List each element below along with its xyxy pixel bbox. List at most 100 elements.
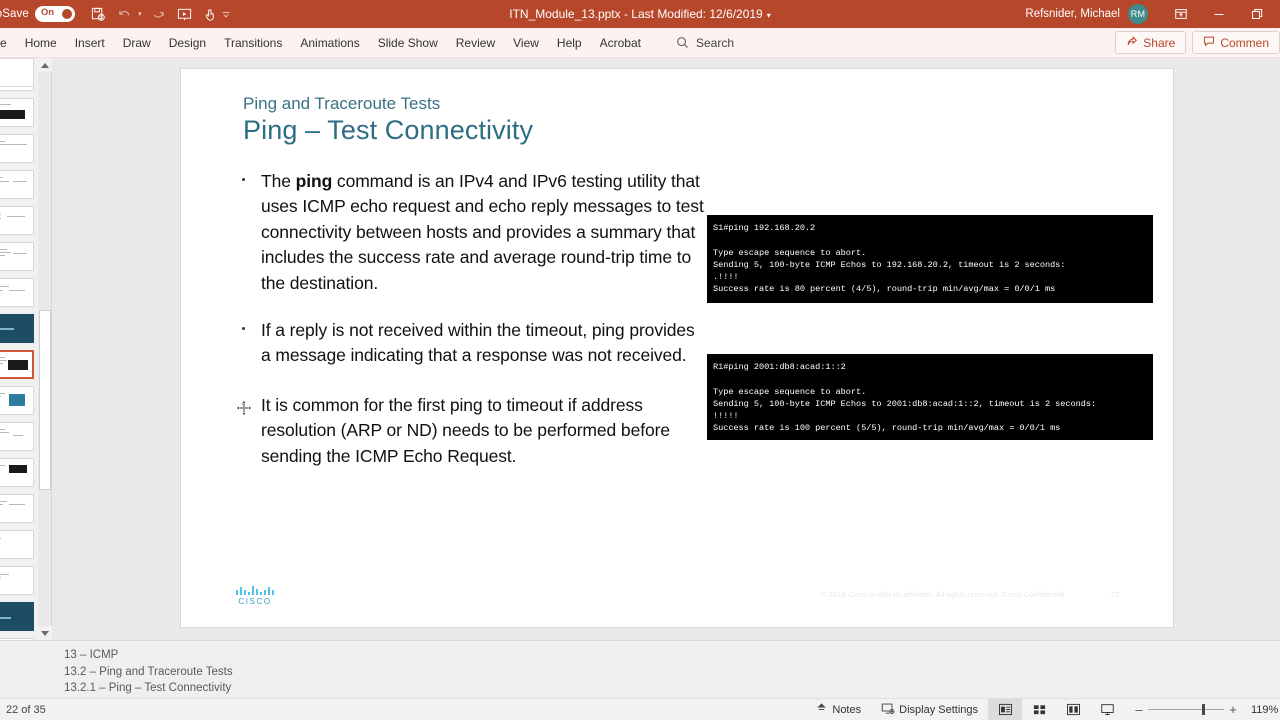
slide-section-heading: Ping and Traceroute Tests <box>243 94 441 113</box>
scrollbar-thumb[interactable] <box>39 310 51 490</box>
bullet-item: If a reply is not received within the ti… <box>229 318 709 369</box>
tab-animations[interactable]: Animations <box>291 32 368 54</box>
slide-title[interactable]: Ping – Test Connectivity <box>243 115 533 146</box>
ribbon-right-actions: Share Commen <box>1115 31 1280 54</box>
slide-thumbnail-selected[interactable] <box>0 350 34 379</box>
slide-thumbnail[interactable] <box>0 566 34 595</box>
tab-view[interactable]: View <box>504 32 548 54</box>
cisco-logo: CISCO <box>231 584 279 608</box>
bullet-text-3: It is common for the first ping to timeo… <box>261 394 670 466</box>
slide-thumbnail[interactable] <box>0 386 34 415</box>
slide-thumbnail[interactable] <box>0 134 34 163</box>
slide-counter[interactable]: 22 of 35 <box>0 704 46 716</box>
slide-thumbnail[interactable] <box>0 422 34 451</box>
slide-sorter-view-icon[interactable] <box>1022 699 1056 720</box>
powerpoint-window: utoSave On ▾ <box>0 0 1280 720</box>
tab-file-truncated[interactable]: e <box>0 32 16 54</box>
share-button[interactable]: Share <box>1115 31 1187 54</box>
bullet-dot-icon <box>242 327 245 331</box>
scroll-down-button[interactable] <box>38 626 52 640</box>
quick-access-toolbar: ▾ <box>87 3 231 25</box>
bullet-item: It is common for the first ping to timeo… <box>229 393 709 469</box>
avatar[interactable]: RM <box>1128 4 1148 24</box>
bullet-dot-icon <box>242 178 245 181</box>
display-settings-label: Display Settings <box>899 703 978 716</box>
slide-thumbnail[interactable] <box>0 242 34 271</box>
undo-dropdown-icon[interactable]: ▾ <box>135 10 145 18</box>
tab-insert[interactable]: Insert <box>66 32 114 54</box>
touch-mode-icon[interactable] <box>199 3 223 25</box>
cisco-bars-icon <box>231 584 279 595</box>
autosave-state: On <box>40 7 55 18</box>
display-settings-button[interactable]: Display Settings <box>871 699 988 720</box>
qat-customize-icon[interactable] <box>221 9 231 20</box>
notes-icon <box>815 702 828 718</box>
thumbnail-pane-scrollbar[interactable] <box>38 58 52 640</box>
document-title-text: ITN_Module_13.pptx - Last Modified: 12/6… <box>509 7 763 21</box>
slide-thumbnail[interactable] <box>0 602 34 631</box>
share-label: Share <box>1143 35 1176 50</box>
autosave-toggle[interactable]: On <box>34 6 75 22</box>
tab-acrobat[interactable]: Acrobat <box>591 32 650 54</box>
search-icon <box>676 36 689 49</box>
autosave-control[interactable]: utoSave On <box>0 6 75 22</box>
zoom-in-button[interactable]: + <box>1224 702 1242 717</box>
slide-thumbnail[interactable] <box>0 206 34 235</box>
notes-button[interactable]: Notes <box>805 699 871 720</box>
restore-button[interactable] <box>1238 0 1276 28</box>
slide-thumbnail[interactable] <box>0 58 34 87</box>
undo-icon[interactable] <box>113 3 137 25</box>
chevron-up-icon <box>41 62 49 68</box>
title-bar: utoSave On ▾ <box>0 0 1280 28</box>
slide-page-number: 22 <box>1111 590 1120 599</box>
slide-thumbnail[interactable] <box>0 458 34 487</box>
slide-thumbnail[interactable] <box>0 314 34 343</box>
search-placeholder-text: Search <box>695 35 734 50</box>
save-icon[interactable] <box>87 3 111 25</box>
display-settings-icon <box>881 702 895 718</box>
scroll-up-button[interactable] <box>38 58 52 72</box>
reading-view-icon[interactable] <box>1056 699 1090 720</box>
tab-transitions[interactable]: Transitions <box>215 32 291 54</box>
tab-draw[interactable]: Draw <box>114 32 160 54</box>
slide-thumbnail[interactable] <box>0 494 34 523</box>
slide-body-placeholder[interactable]: The ping command is an IPv4 and IPv6 tes… <box>229 169 709 491</box>
status-bar-right: Notes Display Settings – + 119% <box>805 698 1280 720</box>
autosave-label: utoSave <box>0 8 29 20</box>
toggle-knob <box>61 9 72 19</box>
bullet-text-1-bold: ping <box>295 171 333 191</box>
start-slideshow-icon[interactable] <box>173 3 197 25</box>
comments-label: Commen <box>1220 35 1269 50</box>
comments-button[interactable]: Commen <box>1192 31 1280 54</box>
cisco-wordmark: CISCO <box>238 597 272 606</box>
slide-thumbnail[interactable] <box>0 170 34 199</box>
search-input[interactable]: Search <box>676 36 734 50</box>
slide-editing-surface[interactable]: Ping and Traceroute Tests Ping – Test Co… <box>180 68 1174 628</box>
slide-thumbnail[interactable] <box>0 98 34 127</box>
move-cursor-icon <box>235 399 253 417</box>
minimize-button[interactable] <box>1200 0 1238 28</box>
slide-thumbnail[interactable] <box>0 278 34 307</box>
zoom-out-button[interactable]: – <box>1130 702 1148 717</box>
redo-icon[interactable] <box>147 3 171 25</box>
slide-thumbnail-pane[interactable] <box>0 58 38 640</box>
titlebar-right: Refsnider, Michael RM <box>1025 0 1280 28</box>
tab-slide-show[interactable]: Slide Show <box>369 32 447 54</box>
ribbon-tab-bar: e Home Insert Draw Design Transitions An… <box>0 28 1280 58</box>
zoom-percentage[interactable]: 119% <box>1242 704 1278 716</box>
tab-design[interactable]: Design <box>160 32 215 54</box>
slide-thumbnail[interactable] <box>0 530 34 559</box>
tab-review[interactable]: Review <box>447 32 504 54</box>
zoom-slider[interactable] <box>1148 704 1224 715</box>
bullet-text-2: If a reply is not received within the ti… <box>261 320 695 366</box>
tab-home[interactable]: Home <box>16 32 66 54</box>
notes-outline-strip[interactable]: 13 – ICMP 13.2 – Ping and Traceroute Tes… <box>0 640 1280 698</box>
notes-label: Notes <box>832 703 862 716</box>
ribbon-display-options-icon[interactable] <box>1162 0 1200 28</box>
document-title-dropdown-icon[interactable]: ▾ <box>767 11 771 20</box>
slideshow-view-icon[interactable] <box>1090 699 1124 720</box>
zoom-slider-handle[interactable] <box>1202 704 1205 715</box>
tab-help[interactable]: Help <box>548 32 591 54</box>
zoom-control[interactable]: – + 119% <box>1124 702 1278 717</box>
normal-view-icon[interactable] <box>988 698 1022 720</box>
